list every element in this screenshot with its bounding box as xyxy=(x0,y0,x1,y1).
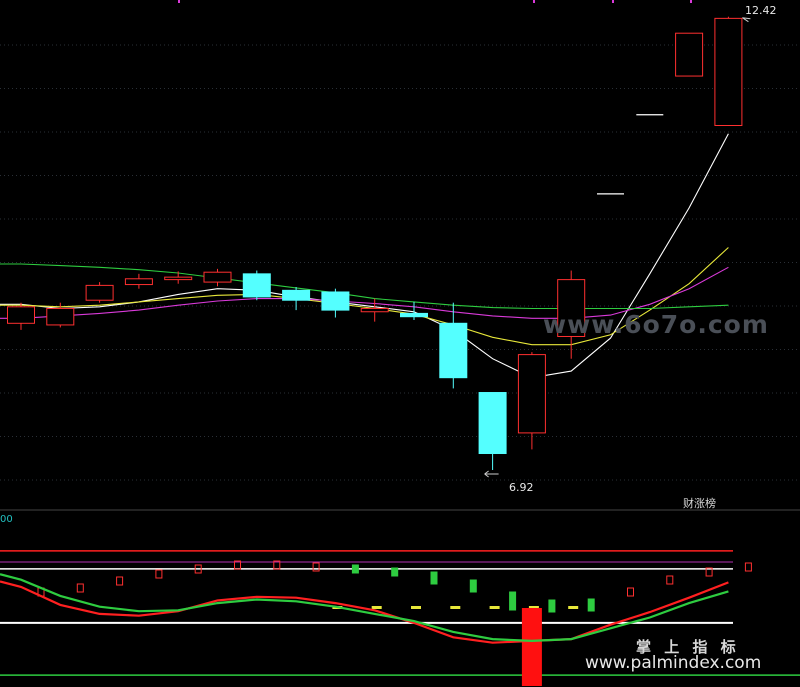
candle-body xyxy=(203,271,232,283)
indicator-tick xyxy=(411,606,421,609)
candle-body xyxy=(478,392,507,455)
indicator-marker xyxy=(548,599,556,613)
indicator-bar xyxy=(521,608,542,686)
candle xyxy=(242,270,271,301)
top-marker xyxy=(533,0,535,3)
candle-body xyxy=(360,307,389,313)
candle-body xyxy=(164,276,193,281)
indicator-label: 00 xyxy=(0,514,13,525)
high-annotation: 12.42 xyxy=(745,4,777,17)
candle-body xyxy=(242,273,271,298)
candle-body xyxy=(7,306,35,324)
candle xyxy=(85,282,114,303)
top-marker xyxy=(612,0,614,3)
indicator-tick xyxy=(450,606,461,609)
indicator-marker xyxy=(351,564,359,574)
candle-body xyxy=(714,17,743,126)
candle-body xyxy=(46,307,75,326)
top-marker xyxy=(690,0,692,3)
badge-label: 财涨榜 xyxy=(683,496,716,510)
indicator-tick xyxy=(489,606,500,609)
top-marker xyxy=(178,0,180,3)
indicator-marker xyxy=(469,579,477,593)
indicator-tick xyxy=(568,606,579,609)
candle-body xyxy=(675,32,704,77)
indicator-marker xyxy=(391,567,399,577)
chart-background xyxy=(0,0,800,687)
candle-body xyxy=(321,291,350,311)
watermark-site-bottom: www.palmindex.com xyxy=(585,653,761,673)
candle xyxy=(714,16,743,126)
candle-body xyxy=(124,278,153,286)
watermark-site-mid: www.6o7o.com xyxy=(543,310,769,339)
candle-body xyxy=(282,289,311,301)
indicator-marker xyxy=(509,591,517,611)
indicator-marker xyxy=(587,598,595,612)
candle-body xyxy=(400,312,428,318)
stock-chart: 12.42 6.92 00 财涨榜 www.6o7o.com 掌 上 指 标 w… xyxy=(0,0,800,687)
candle-body xyxy=(85,284,114,301)
indicator-marker xyxy=(430,571,438,585)
low-annotation: 6.92 xyxy=(509,481,534,494)
candle-body xyxy=(517,354,546,434)
indicator-tick xyxy=(371,606,382,609)
candle xyxy=(675,32,704,77)
candle-body xyxy=(439,322,468,379)
